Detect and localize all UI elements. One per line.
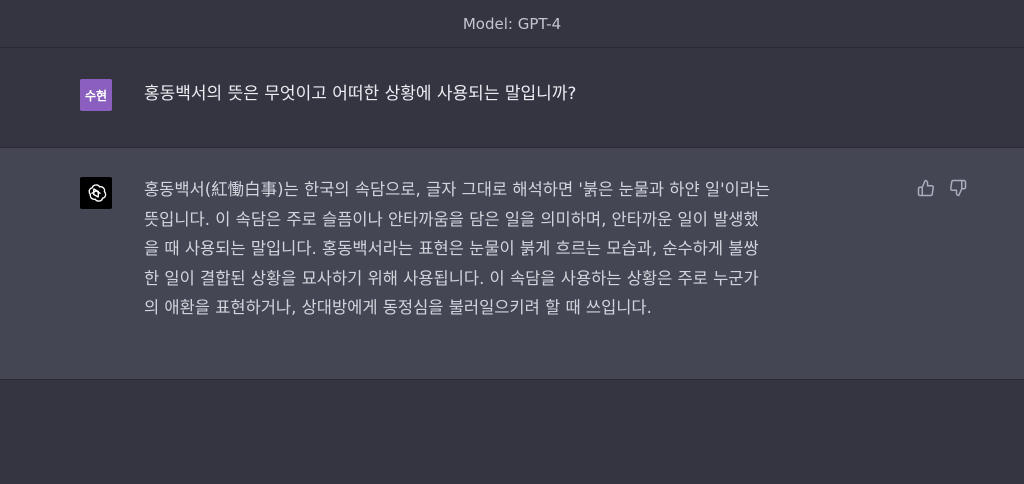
assistant-message-text: 홍동백서(紅慟白事)는 한국의 속담으로, 글자 그대로 해석하면 '붉은 눈물… [144, 175, 904, 323]
model-header: Model: GPT-4 [0, 0, 1024, 48]
empty-conversation-area [0, 380, 1024, 484]
assistant-line: 의 애환을 표현하거나, 상대방에게 동정심을 불러일으키려 할 때 쓰입니다. [144, 298, 652, 317]
thumbs-down-button[interactable] [948, 178, 968, 198]
user-avatar: 수현 [80, 79, 112, 111]
model-label: Model: GPT-4 [462, 14, 562, 33]
user-avatar-text: 수현 [84, 88, 108, 103]
assistant-line: 한 일이 결합된 상황을 묘사하기 위해 사용됩니다. 이 속담을 사용하는 상… [144, 268, 759, 288]
thumbs-up-icon [917, 179, 934, 197]
feedback-buttons [916, 178, 968, 198]
thumbs-down-icon [950, 179, 967, 197]
assistant-line: 홍동백서(紅慟白事)는 한국의 속담으로, 글자 그대로 해석하면 '붉은 눈물… [144, 180, 771, 199]
openai-logo-icon [80, 177, 112, 209]
thumbs-up-button[interactable] [916, 178, 936, 198]
user-message-text: 홍동백서의 뜻은 무엇이고 어떠한 상황에 사용되는 말입니까? [144, 84, 577, 104]
assistant-line: 을 때 사용되는 말입니다. 홍동백서라는 표현은 눈물이 붉게 흐르는 모습과… [144, 239, 759, 258]
user-message-row: 수현 홍동백서의 뜻은 무엇이고 어떠한 상황에 사용되는 말입니까? [0, 48, 1024, 148]
assistant-message-row: 홍동백서(紅慟白事)는 한국의 속담으로, 글자 그대로 해석하면 '붉은 눈물… [0, 148, 1024, 380]
assistant-line: 뜻입니다. 이 속담은 주로 슬픔이나 안타까움을 담은 일을 의미하며, 안타… [144, 209, 759, 229]
